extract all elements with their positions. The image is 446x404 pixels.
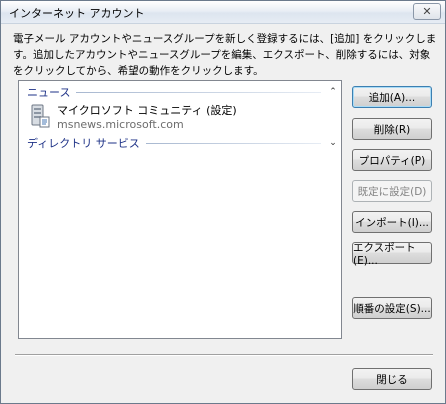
account-name: マイクロソフト コミュニティ (設定) [57, 104, 237, 117]
window-title: インターネット アカウント [9, 7, 145, 20]
accounts-list[interactable]: ニュース ⌃ マイクロソフト コミュニティ (設定) msnews.micros… [18, 80, 342, 339]
group-divider [76, 91, 321, 93]
title-bar: インターネット アカウント ✕ [1, 1, 445, 24]
close-button[interactable]: 閉じる [352, 368, 432, 390]
account-server: msnews.microsoft.com [57, 118, 184, 131]
set-default-button[interactable]: 既定に設定(D) [352, 180, 432, 202]
group-header-news[interactable]: ニュース ⌃ [23, 84, 339, 100]
chevron-down-icon[interactable]: ⌄ [327, 137, 339, 149]
separator-line [15, 354, 433, 356]
instructions-text: 電子メール アカウントやニュースグループを新しく登録するには、[追加] をクリッ… [13, 33, 437, 77]
close-window-button[interactable]: ✕ [413, 3, 441, 20]
import-button[interactable]: インポート(I)... [352, 211, 432, 233]
close-icon: ✕ [422, 5, 432, 18]
remove-button[interactable]: 削除(R) [352, 118, 432, 140]
group-divider [145, 142, 321, 144]
group-header-directory[interactable]: ディレクトリ サービス ⌄ [23, 135, 339, 151]
group-label-news: ニュース [27, 86, 71, 99]
add-button[interactable]: 追加(A)... [352, 86, 432, 108]
internet-accounts-dialog: インターネット アカウント ✕ 電子メール アカウントやニュースグループを新しく… [0, 0, 446, 404]
list-item-account[interactable]: マイクロソフト コミュニティ (設定) msnews.microsoft.com [27, 101, 327, 133]
group-label-directory: ディレクトリ サービス [27, 137, 140, 150]
news-server-icon [31, 104, 50, 128]
properties-button[interactable]: プロパティ(P) [352, 149, 432, 171]
export-button[interactable]: エクスポート(E)... [352, 242, 432, 267]
chevron-up-icon[interactable]: ⌃ [327, 86, 339, 98]
order-settings-button[interactable]: 順番の設定(S)... [352, 297, 432, 319]
